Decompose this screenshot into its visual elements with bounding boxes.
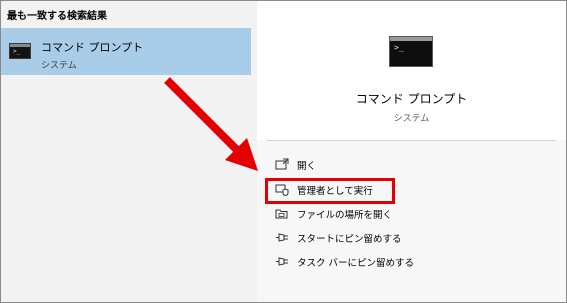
search-window: 最も一致する検索結果 >_ コマンド プロンプト システム >_ コマンド プロ… <box>0 0 567 303</box>
annotation-arrow <box>164 77 258 171</box>
annotation-highlight-box <box>265 178 395 204</box>
